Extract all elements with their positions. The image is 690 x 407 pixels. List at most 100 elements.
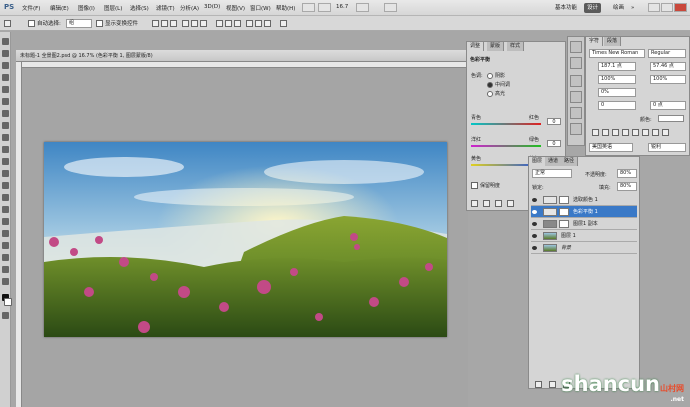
landscape-photo[interactable] [44,142,447,337]
tone-midtones[interactable]: 中间调 [487,81,510,88]
menu-filter[interactable]: 滤镜(T) [156,4,175,12]
layer-row-layer1-copy[interactable]: 图层1 副本 [531,218,637,230]
gradient-tool-icon[interactable] [2,170,9,177]
distribute-hcenter-icon[interactable] [255,20,262,27]
auto-align-icon[interactable] [280,20,287,27]
crop-tool-icon[interactable] [2,86,9,93]
menu-file[interactable]: 文件(F) [22,4,40,12]
menu-image[interactable]: 图像(I) [78,4,95,12]
workspace-painting[interactable]: 绘画 [610,3,627,13]
align-bottom-icon[interactable] [170,20,177,27]
layer-name[interactable]: 图层1 副本 [573,218,598,230]
zoom-tool-icon[interactable] [2,278,9,285]
antialias-select[interactable]: 锐利 [648,143,686,152]
layer-style-icon[interactable] [549,381,556,388]
align-right-icon[interactable] [200,20,207,27]
blend-mode-select[interactable]: 正常 [532,169,572,178]
workspace-more[interactable]: » [628,3,637,13]
horizontal-scale-field[interactable]: 100% [650,75,686,84]
vertical-scale-field[interactable]: 100% [598,75,636,84]
bridge-button[interactable] [302,3,315,12]
brush-presets-icon[interactable] [570,57,582,69]
layer-name[interactable]: 色彩平衡 1 [573,206,598,218]
layer-name[interactable]: 背景 [561,242,571,254]
superscript-icon[interactable] [632,129,639,136]
layer-row-color-balance[interactable]: 色彩平衡 1 [531,206,637,218]
layer-mask-thumbnail[interactable] [559,196,569,204]
menu-layer[interactable]: 图层(L) [104,4,122,12]
tone-highlights[interactable]: 高光 [487,90,505,97]
language-select[interactable]: 美国英语 [589,143,633,152]
distribute-left-icon[interactable] [246,20,253,27]
tab-paragraph[interactable]: 段落 [604,37,622,46]
eyedropper-tool-icon[interactable] [2,98,9,105]
menu-select[interactable]: 选择(S) [130,4,149,12]
blur-tool-icon[interactable] [2,182,9,189]
type-tool-icon[interactable] [2,218,9,225]
kerning-field[interactable]: 0 [598,101,636,110]
layer-row-selective-color[interactable]: 选取颜色 1 [531,194,637,206]
workspace-essentials[interactable]: 基本功能 [552,3,580,13]
layer-name[interactable]: 选取颜色 1 [573,194,598,206]
tab-masks[interactable]: 蒙版 [487,42,505,51]
document-tab[interactable]: 未标题-1 全景图2.psd @ 16.7% (色彩平衡 1, 图层蒙版/8) [16,50,468,62]
preserve-luminosity-option[interactable]: 保留明度 [471,182,500,189]
layer-mask-thumbnail[interactable] [559,208,569,216]
tab-adjustments[interactable]: 调整 [467,42,485,51]
tab-channels[interactable]: 通道 [545,157,563,166]
healing-tool-icon[interactable] [2,110,9,117]
marquee-tool-icon[interactable] [2,50,9,57]
menu-help[interactable]: 帮助(H) [276,4,295,12]
menu-edit[interactable]: 编辑(E) [50,4,69,12]
align-vcenter-icon[interactable] [161,20,168,27]
reset-icon[interactable] [507,200,514,207]
subscript-icon[interactable] [642,129,649,136]
leading-field[interactable]: 57.46 点 [650,62,686,71]
lasso-tool-icon[interactable] [2,62,9,69]
pen-tool-icon[interactable] [2,206,9,213]
faux-italic-icon[interactable] [602,129,609,136]
show-transform-option[interactable]: 显示变换控件 [96,19,138,27]
visibility-eye-icon[interactable] [532,222,537,226]
link-layers-icon[interactable] [535,381,542,388]
layer-row-layer1[interactable]: 图层 1 [531,230,637,242]
strikethrough-icon[interactable] [662,129,669,136]
tool-presets-icon[interactable] [570,123,582,135]
history-icon[interactable] [570,41,582,53]
tab-styles[interactable]: 样式 [507,42,525,51]
tab-layers[interactable]: 图层 [529,157,547,166]
history-brush-tool-icon[interactable] [2,146,9,153]
move-tool-icon[interactable] [4,20,11,27]
show-transform-checkbox[interactable] [96,20,103,27]
paragraph-icon[interactable] [570,91,582,103]
distribute-bottom-icon[interactable] [234,20,241,27]
move-tool-icon[interactable] [2,38,9,45]
tone-shadows[interactable]: 阴影 [487,72,505,79]
3d-tool-icon[interactable] [2,254,9,261]
visibility-icon[interactable] [495,200,502,207]
quick-select-tool-icon[interactable] [2,74,9,81]
zoom-level[interactable]: 16.7 [336,4,348,10]
layer-name[interactable]: 图层 1 [561,230,576,242]
character-icon[interactable] [570,75,582,87]
cyan-red-slider[interactable] [471,123,541,125]
arrange-docs-button[interactable] [384,3,397,12]
small-caps-icon[interactable] [622,129,629,136]
align-hcenter-icon[interactable] [191,20,198,27]
menu-3d[interactable]: 3D(D) [204,4,220,10]
font-style-select[interactable]: Regular [648,49,686,58]
stamp-tool-icon[interactable] [2,134,9,141]
cyan-red-value[interactable]: 0 [547,118,561,125]
tab-paths[interactable]: 路径 [561,157,579,166]
all-caps-icon[interactable] [612,129,619,136]
opacity-field[interactable]: 80% [617,169,637,178]
underline-icon[interactable] [652,129,659,136]
distribute-vcenter-icon[interactable] [225,20,232,27]
tracking-field[interactable]: 0% [598,88,636,97]
fill-field[interactable]: 80% [617,182,637,191]
text-color-swatch[interactable] [658,115,684,122]
distribute-right-icon[interactable] [264,20,271,27]
faux-bold-icon[interactable] [592,129,599,136]
view-extras-button[interactable] [356,3,369,12]
menu-analysis[interactable]: 分析(A) [180,4,199,12]
